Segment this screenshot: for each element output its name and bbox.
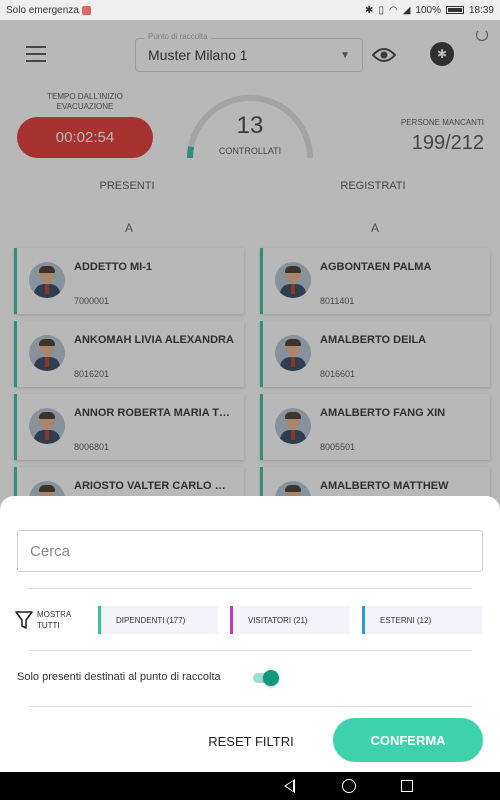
muster-only-toggle[interactable] <box>251 670 279 686</box>
chip-color-bar <box>362 606 365 634</box>
status-bar: Solo emergenza ✱ ▯ ◠ ◢ 100% 18:39 <box>0 0 500 20</box>
toggle-label: Solo presenti destinati al punto di racc… <box>17 671 221 683</box>
search-input[interactable] <box>17 530 483 572</box>
filter-chip[interactable]: DIPENDENTI (177) <box>98 606 218 634</box>
clock: 18:39 <box>468 4 494 16</box>
battery-icon <box>445 6 464 14</box>
show-all-label: MOSTRA TUTTI <box>37 610 71 630</box>
chip-color-bar <box>98 606 101 634</box>
chip-label: ESTERNI (12) <box>380 615 432 625</box>
back-icon[interactable] <box>284 779 295 793</box>
signal-icon: ◢ <box>402 4 411 16</box>
chip-label: DIPENDENTI (177) <box>116 615 186 625</box>
home-icon[interactable] <box>342 779 356 793</box>
filter-chip[interactable]: ESTERNI (12) <box>362 606 482 634</box>
system-nav-bar <box>0 772 500 800</box>
vibrate-icon: ▯ <box>378 4 384 16</box>
battery-percent: 100% <box>415 4 441 16</box>
bluetooth-icon: ✱ <box>365 4 374 16</box>
chip-color-bar <box>230 606 233 634</box>
divider <box>28 588 472 589</box>
recent-apps-icon[interactable] <box>401 780 413 792</box>
toggle-thumb <box>263 670 279 686</box>
sim-icon <box>81 5 91 15</box>
show-all-button[interactable]: MOSTRA TUTTI <box>37 609 77 631</box>
divider <box>28 706 472 707</box>
reset-filters-button[interactable]: RESET FILTRI <box>196 726 306 756</box>
chip-label: VISITATORI (21) <box>248 615 308 625</box>
filter-sheet: MOSTRA TUTTI DIPENDENTI (177) VISITATORI … <box>0 496 500 772</box>
wifi-icon: ◠ <box>388 4 398 16</box>
divider <box>28 650 472 651</box>
filter-chip[interactable]: VISITATORI (21) <box>230 606 350 634</box>
confirm-button[interactable]: CONFERMA <box>333 718 483 762</box>
filter-icon[interactable] <box>15 610 33 630</box>
status-left-text: Solo emergenza <box>6 4 79 16</box>
